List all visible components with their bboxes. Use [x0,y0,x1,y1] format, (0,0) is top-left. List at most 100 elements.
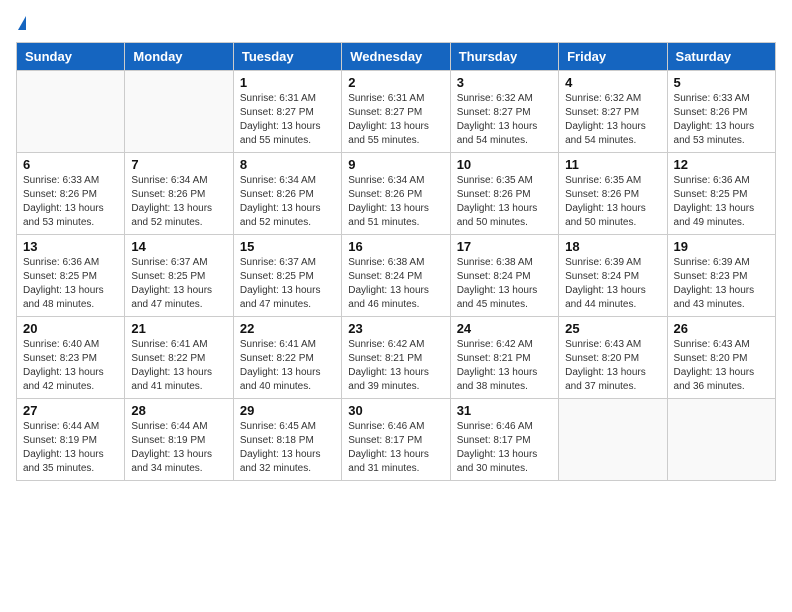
day-number: 2 [348,75,443,90]
day-info: Sunrise: 6:34 AM Sunset: 8:26 PM Dayligh… [240,174,335,230]
day-info: Sunrise: 6:35 AM Sunset: 8:26 PM Dayligh… [457,174,552,230]
calendar-cell: 29 Sunrise: 6:45 AM Sunset: 8:18 PM Dayli… [233,399,341,481]
day-number: 9 [348,157,443,172]
day-info: Sunrise: 6:44 AM Sunset: 8:19 PM Dayligh… [23,420,118,476]
day-header-thursday: Thursday [450,43,558,71]
week-row-2: 13 Sunrise: 6:36 AM Sunset: 8:25 PM Dayli… [17,235,776,317]
day-number: 26 [674,321,769,336]
calendar-cell: 31 Sunrise: 6:46 AM Sunset: 8:17 PM Dayli… [450,399,558,481]
day-info: Sunrise: 6:38 AM Sunset: 8:24 PM Dayligh… [457,256,552,312]
calendar-cell [559,399,667,481]
calendar-cell: 17Sunrise: 6:38 AM Sunset: 8:24 PM Dayli… [450,235,558,317]
calendar-cell: 5Sunrise: 6:33 AM Sunset: 8:26 PM Daylig… [667,71,775,153]
day-number: 12 [674,157,769,172]
day-number: 21 [131,321,226,336]
calendar-cell: 2Sunrise: 6:31 AM Sunset: 8:27 PM Daylig… [342,71,450,153]
day-number: 18 [565,239,660,254]
calendar-cell: 3 Sunrise: 6:32 AM Sunset: 8:27 PM Daylig… [450,71,558,153]
calendar-cell: 30 Sunrise: 6:46 AM Sunset: 8:17 PM Dayli… [342,399,450,481]
day-header-friday: Friday [559,43,667,71]
day-number: 30 [348,403,443,418]
day-number: 14 [131,239,226,254]
calendar-cell: 10 Sunrise: 6:35 AM Sunset: 8:26 PM Dayli… [450,153,558,235]
day-info: Sunrise: 6:39 AM Sunset: 8:24 PM Dayligh… [565,256,660,312]
day-info: Sunrise: 6:33 AM Sunset: 8:26 PM Dayligh… [674,92,769,148]
calendar-cell: 22 Sunrise: 6:41 AM Sunset: 8:22 PM Dayli… [233,317,341,399]
day-info: Sunrise: 6:44 AM Sunset: 8:19 PM Dayligh… [131,420,226,476]
day-info: Sunrise: 6:36 AM Sunset: 8:25 PM Dayligh… [23,256,118,312]
calendar-cell: 1 Sunrise: 6:31 AM Sunset: 8:27 PM Daylig… [233,71,341,153]
calendar-cell: 14 Sunrise: 6:37 AM Sunset: 8:25 PM Dayli… [125,235,233,317]
day-info: Sunrise: 6:41 AM Sunset: 8:22 PM Dayligh… [131,338,226,394]
day-number: 31 [457,403,552,418]
calendar-cell: 9Sunrise: 6:34 AM Sunset: 8:26 PM Daylig… [342,153,450,235]
day-number: 23 [348,321,443,336]
calendar-cell: 27 Sunrise: 6:44 AM Sunset: 8:19 PM Dayli… [17,399,125,481]
week-row-4: 27 Sunrise: 6:44 AM Sunset: 8:19 PM Dayli… [17,399,776,481]
calendar-cell: 12 Sunrise: 6:36 AM Sunset: 8:25 PM Dayli… [667,153,775,235]
calendar-table: SundayMondayTuesdayWednesdayThursdayFrid… [16,42,776,481]
calendar-cell: 16 Sunrise: 6:38 AM Sunset: 8:24 PM Dayli… [342,235,450,317]
calendar-cell: 11Sunrise: 6:35 AM Sunset: 8:26 PM Dayli… [559,153,667,235]
day-number: 29 [240,403,335,418]
day-info: Sunrise: 6:46 AM Sunset: 8:17 PM Dayligh… [348,420,443,476]
logo-triangle [18,16,26,30]
calendar-cell: 8 Sunrise: 6:34 AM Sunset: 8:26 PM Daylig… [233,153,341,235]
calendar-cell: 20 Sunrise: 6:40 AM Sunset: 8:23 PM Dayli… [17,317,125,399]
day-number: 24 [457,321,552,336]
day-number: 3 [457,75,552,90]
week-row-0: 1 Sunrise: 6:31 AM Sunset: 8:27 PM Daylig… [17,71,776,153]
day-number: 22 [240,321,335,336]
calendar-header-row: SundayMondayTuesdayWednesdayThursdayFrid… [17,43,776,71]
day-number: 7 [131,157,226,172]
day-number: 19 [674,239,769,254]
day-number: 28 [131,403,226,418]
day-info: Sunrise: 6:34 AM Sunset: 8:26 PM Dayligh… [131,174,226,230]
day-number: 6 [23,157,118,172]
calendar-cell: 28 Sunrise: 6:44 AM Sunset: 8:19 PM Dayli… [125,399,233,481]
day-info: Sunrise: 6:42 AM Sunset: 8:21 PM Dayligh… [348,338,443,394]
calendar-cell: 13 Sunrise: 6:36 AM Sunset: 8:25 PM Dayli… [17,235,125,317]
day-info: Sunrise: 6:43 AM Sunset: 8:20 PM Dayligh… [565,338,660,394]
day-info: Sunrise: 6:40 AM Sunset: 8:23 PM Dayligh… [23,338,118,394]
day-info: Sunrise: 6:36 AM Sunset: 8:25 PM Dayligh… [674,174,769,230]
day-info: Sunrise: 6:41 AM Sunset: 8:22 PM Dayligh… [240,338,335,394]
calendar-cell [125,71,233,153]
week-row-1: 6Sunrise: 6:33 AM Sunset: 8:26 PM Daylig… [17,153,776,235]
day-info: Sunrise: 6:35 AM Sunset: 8:26 PM Dayligh… [565,174,660,230]
day-info: Sunrise: 6:45 AM Sunset: 8:18 PM Dayligh… [240,420,335,476]
day-info: Sunrise: 6:43 AM Sunset: 8:20 PM Dayligh… [674,338,769,394]
day-number: 10 [457,157,552,172]
day-info: Sunrise: 6:42 AM Sunset: 8:21 PM Dayligh… [457,338,552,394]
calendar-cell: 7 Sunrise: 6:34 AM Sunset: 8:26 PM Daylig… [125,153,233,235]
day-number: 20 [23,321,118,336]
day-number: 16 [348,239,443,254]
day-info: Sunrise: 6:32 AM Sunset: 8:27 PM Dayligh… [457,92,552,148]
calendar-cell: 24 Sunrise: 6:42 AM Sunset: 8:21 PM Dayli… [450,317,558,399]
calendar-cell: 15 Sunrise: 6:37 AM Sunset: 8:25 PM Dayli… [233,235,341,317]
calendar-cell: 21 Sunrise: 6:41 AM Sunset: 8:22 PM Dayli… [125,317,233,399]
calendar-cell: 18 Sunrise: 6:39 AM Sunset: 8:24 PM Dayli… [559,235,667,317]
day-info: Sunrise: 6:37 AM Sunset: 8:25 PM Dayligh… [240,256,335,312]
calendar-cell: 23 Sunrise: 6:42 AM Sunset: 8:21 PM Dayli… [342,317,450,399]
calendar-cell: 6Sunrise: 6:33 AM Sunset: 8:26 PM Daylig… [17,153,125,235]
calendar-cell: 19 Sunrise: 6:39 AM Sunset: 8:23 PM Dayli… [667,235,775,317]
day-info: Sunrise: 6:39 AM Sunset: 8:23 PM Dayligh… [674,256,769,312]
day-number: 27 [23,403,118,418]
week-row-3: 20 Sunrise: 6:40 AM Sunset: 8:23 PM Dayli… [17,317,776,399]
day-number: 8 [240,157,335,172]
day-info: Sunrise: 6:37 AM Sunset: 8:25 PM Dayligh… [131,256,226,312]
day-info: Sunrise: 6:38 AM Sunset: 8:24 PM Dayligh… [348,256,443,312]
day-info: Sunrise: 6:32 AM Sunset: 8:27 PM Dayligh… [565,92,660,148]
day-info: Sunrise: 6:31 AM Sunset: 8:27 PM Dayligh… [240,92,335,148]
page-header [16,16,776,30]
day-info: Sunrise: 6:46 AM Sunset: 8:17 PM Dayligh… [457,420,552,476]
calendar-cell: 26 Sunrise: 6:43 AM Sunset: 8:20 PM Dayli… [667,317,775,399]
day-number: 13 [23,239,118,254]
day-number: 15 [240,239,335,254]
calendar-cell: 4Sunrise: 6:32 AM Sunset: 8:27 PM Daylig… [559,71,667,153]
calendar-cell [17,71,125,153]
day-number: 1 [240,75,335,90]
day-number: 25 [565,321,660,336]
day-header-saturday: Saturday [667,43,775,71]
